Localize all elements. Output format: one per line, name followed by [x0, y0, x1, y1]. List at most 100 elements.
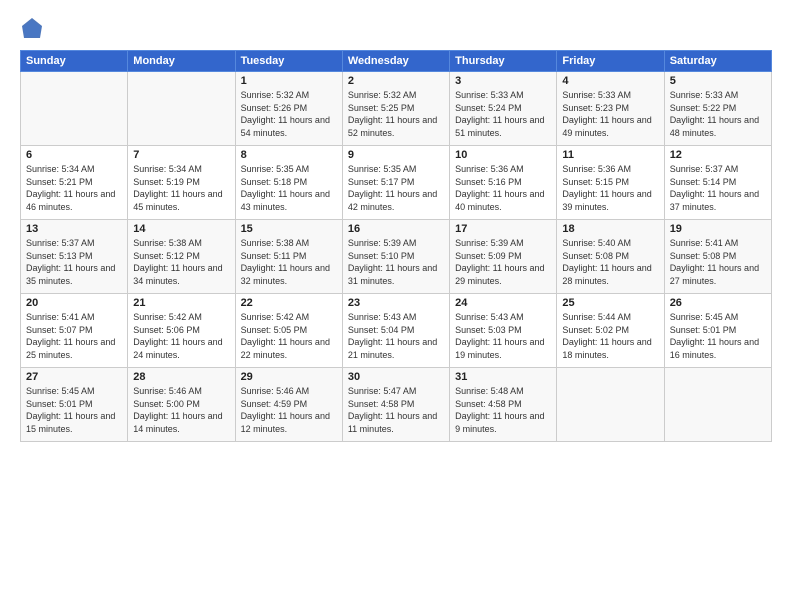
calendar-week-row: 27Sunrise: 5:45 AMSunset: 5:01 PMDayligh… [21, 368, 772, 442]
day-info: Sunrise: 5:48 AMSunset: 4:58 PMDaylight:… [455, 385, 551, 435]
day-info: Sunrise: 5:33 AMSunset: 5:22 PMDaylight:… [670, 89, 766, 139]
calendar-cell: 24 Sunrise: 5:43 AMSunset: 5:03 PMDayligh… [450, 294, 557, 368]
calendar-cell: 4 Sunrise: 5:33 AMSunset: 5:23 PMDaylight… [557, 72, 664, 146]
day-info: Sunrise: 5:40 AMSunset: 5:08 PMDaylight:… [562, 237, 658, 287]
day-info: Sunrise: 5:37 AMSunset: 5:14 PMDaylight:… [670, 163, 766, 213]
day-number: 28 [133, 371, 229, 383]
day-number: 23 [348, 297, 444, 309]
day-number: 13 [26, 223, 122, 235]
day-info: Sunrise: 5:34 AMSunset: 5:19 PMDaylight:… [133, 163, 229, 213]
calendar-cell: 21 Sunrise: 5:42 AMSunset: 5:06 PMDayligh… [128, 294, 235, 368]
calendar-header-wednesday: Wednesday [342, 51, 449, 72]
calendar-cell [664, 368, 771, 442]
calendar-week-row: 20 Sunrise: 5:41 AMSunset: 5:07 PMDayligh… [21, 294, 772, 368]
calendar-cell: 25Sunrise: 5:44 AMSunset: 5:02 PMDayligh… [557, 294, 664, 368]
day-number: 17 [455, 223, 551, 235]
day-number: 16 [348, 223, 444, 235]
day-number: 9 [348, 149, 444, 161]
calendar-header-saturday: Saturday [664, 51, 771, 72]
calendar-cell: 15 Sunrise: 5:38 AMSunset: 5:11 PMDayligh… [235, 220, 342, 294]
calendar-week-row: 13 Sunrise: 5:37 AMSunset: 5:13 PMDayligh… [21, 220, 772, 294]
day-info: Sunrise: 5:45 AMSunset: 5:01 PMDaylight:… [670, 311, 766, 361]
day-number: 22 [241, 297, 337, 309]
calendar-header-friday: Friday [557, 51, 664, 72]
calendar-cell: 20 Sunrise: 5:41 AMSunset: 5:07 PMDayligh… [21, 294, 128, 368]
day-number: 15 [241, 223, 337, 235]
calendar-cell [128, 72, 235, 146]
calendar-cell: 2 Sunrise: 5:32 AMSunset: 5:25 PMDaylight… [342, 72, 449, 146]
calendar-header-monday: Monday [128, 51, 235, 72]
calendar-cell: 22 Sunrise: 5:42 AMSunset: 5:05 PMDayligh… [235, 294, 342, 368]
calendar-cell [21, 72, 128, 146]
day-info: Sunrise: 5:42 AMSunset: 5:05 PMDaylight:… [241, 311, 337, 361]
calendar-header-thursday: Thursday [450, 51, 557, 72]
day-info: Sunrise: 5:46 AMSunset: 5:00 PMDaylight:… [133, 385, 229, 435]
calendar-cell: 31 Sunrise: 5:48 AMSunset: 4:58 PMDayligh… [450, 368, 557, 442]
day-info: Sunrise: 5:43 AMSunset: 5:03 PMDaylight:… [455, 311, 551, 361]
day-number: 21 [133, 297, 229, 309]
calendar-cell: 11Sunrise: 5:36 AMSunset: 5:15 PMDayligh… [557, 146, 664, 220]
calendar-cell: 28 Sunrise: 5:46 AMSunset: 5:00 PMDayligh… [128, 368, 235, 442]
day-info: Sunrise: 5:47 AMSunset: 4:58 PMDaylight:… [348, 385, 444, 435]
day-number: 31 [455, 371, 551, 383]
day-number: 30 [348, 371, 444, 383]
calendar-cell: 23 Sunrise: 5:43 AMSunset: 5:04 PMDayligh… [342, 294, 449, 368]
calendar-cell: 30 Sunrise: 5:47 AMSunset: 4:58 PMDayligh… [342, 368, 449, 442]
day-number: 10 [455, 149, 551, 161]
day-number: 7 [133, 149, 229, 161]
calendar-cell: 10 Sunrise: 5:36 AMSunset: 5:16 PMDayligh… [450, 146, 557, 220]
day-info: Sunrise: 5:32 AMSunset: 5:25 PMDaylight:… [348, 89, 444, 139]
calendar-week-row: 6 Sunrise: 5:34 AMSunset: 5:21 PMDaylight… [21, 146, 772, 220]
calendar-cell: 17 Sunrise: 5:39 AMSunset: 5:09 PMDayligh… [450, 220, 557, 294]
calendar-cell: 6 Sunrise: 5:34 AMSunset: 5:21 PMDaylight… [21, 146, 128, 220]
day-info: Sunrise: 5:42 AMSunset: 5:06 PMDaylight:… [133, 311, 229, 361]
day-info: Sunrise: 5:38 AMSunset: 5:12 PMDaylight:… [133, 237, 229, 287]
day-number: 4 [562, 75, 658, 87]
day-info: Sunrise: 5:39 AMSunset: 5:10 PMDaylight:… [348, 237, 444, 287]
day-info: Sunrise: 5:37 AMSunset: 5:13 PMDaylight:… [26, 237, 122, 287]
day-number: 1 [241, 75, 337, 87]
calendar-week-row: 1 Sunrise: 5:32 AMSunset: 5:26 PMDaylight… [21, 72, 772, 146]
calendar-cell: 5 Sunrise: 5:33 AMSunset: 5:22 PMDaylight… [664, 72, 771, 146]
day-info: Sunrise: 5:36 AMSunset: 5:16 PMDaylight:… [455, 163, 551, 213]
day-number: 20 [26, 297, 122, 309]
calendar-cell: 9Sunrise: 5:35 AMSunset: 5:17 PMDaylight… [342, 146, 449, 220]
day-info: Sunrise: 5:44 AMSunset: 5:02 PMDaylight:… [562, 311, 658, 361]
calendar-table: SundayMondayTuesdayWednesdayThursdayFrid… [20, 50, 772, 442]
day-info: Sunrise: 5:41 AMSunset: 5:08 PMDaylight:… [670, 237, 766, 287]
day-info: Sunrise: 5:39 AMSunset: 5:09 PMDaylight:… [455, 237, 551, 287]
day-info: Sunrise: 5:41 AMSunset: 5:07 PMDaylight:… [26, 311, 122, 361]
day-number: 8 [241, 149, 337, 161]
day-info: Sunrise: 5:33 AMSunset: 5:24 PMDaylight:… [455, 89, 551, 139]
calendar-cell: 14 Sunrise: 5:38 AMSunset: 5:12 PMDayligh… [128, 220, 235, 294]
day-number: 3 [455, 75, 551, 87]
calendar-cell: 3 Sunrise: 5:33 AMSunset: 5:24 PMDaylight… [450, 72, 557, 146]
day-info: Sunrise: 5:33 AMSunset: 5:23 PMDaylight:… [562, 89, 658, 139]
day-info: Sunrise: 5:32 AMSunset: 5:26 PMDaylight:… [241, 89, 337, 139]
day-number: 27 [26, 371, 122, 383]
calendar-cell: 8 Sunrise: 5:35 AMSunset: 5:18 PMDaylight… [235, 146, 342, 220]
day-info: Sunrise: 5:43 AMSunset: 5:04 PMDaylight:… [348, 311, 444, 361]
calendar-cell: 29Sunrise: 5:46 AMSunset: 4:59 PMDayligh… [235, 368, 342, 442]
calendar-cell: 16 Sunrise: 5:39 AMSunset: 5:10 PMDayligh… [342, 220, 449, 294]
calendar-header-sunday: Sunday [21, 51, 128, 72]
day-info: Sunrise: 5:34 AMSunset: 5:21 PMDaylight:… [26, 163, 122, 213]
day-number: 19 [670, 223, 766, 235]
logo [20, 16, 48, 40]
day-number: 14 [133, 223, 229, 235]
day-number: 24 [455, 297, 551, 309]
day-info: Sunrise: 5:46 AMSunset: 4:59 PMDaylight:… [241, 385, 337, 435]
day-info: Sunrise: 5:38 AMSunset: 5:11 PMDaylight:… [241, 237, 337, 287]
day-number: 26 [670, 297, 766, 309]
day-info: Sunrise: 5:35 AMSunset: 5:18 PMDaylight:… [241, 163, 337, 213]
calendar-cell: 26 Sunrise: 5:45 AMSunset: 5:01 PMDayligh… [664, 294, 771, 368]
day-number: 18 [562, 223, 658, 235]
calendar-cell [557, 368, 664, 442]
day-number: 2 [348, 75, 444, 87]
calendar-cell: 13 Sunrise: 5:37 AMSunset: 5:13 PMDayligh… [21, 220, 128, 294]
logo-icon [20, 16, 44, 40]
calendar-cell: 19 Sunrise: 5:41 AMSunset: 5:08 PMDayligh… [664, 220, 771, 294]
calendar-cell: 1 Sunrise: 5:32 AMSunset: 5:26 PMDaylight… [235, 72, 342, 146]
day-number: 6 [26, 149, 122, 161]
day-number: 5 [670, 75, 766, 87]
